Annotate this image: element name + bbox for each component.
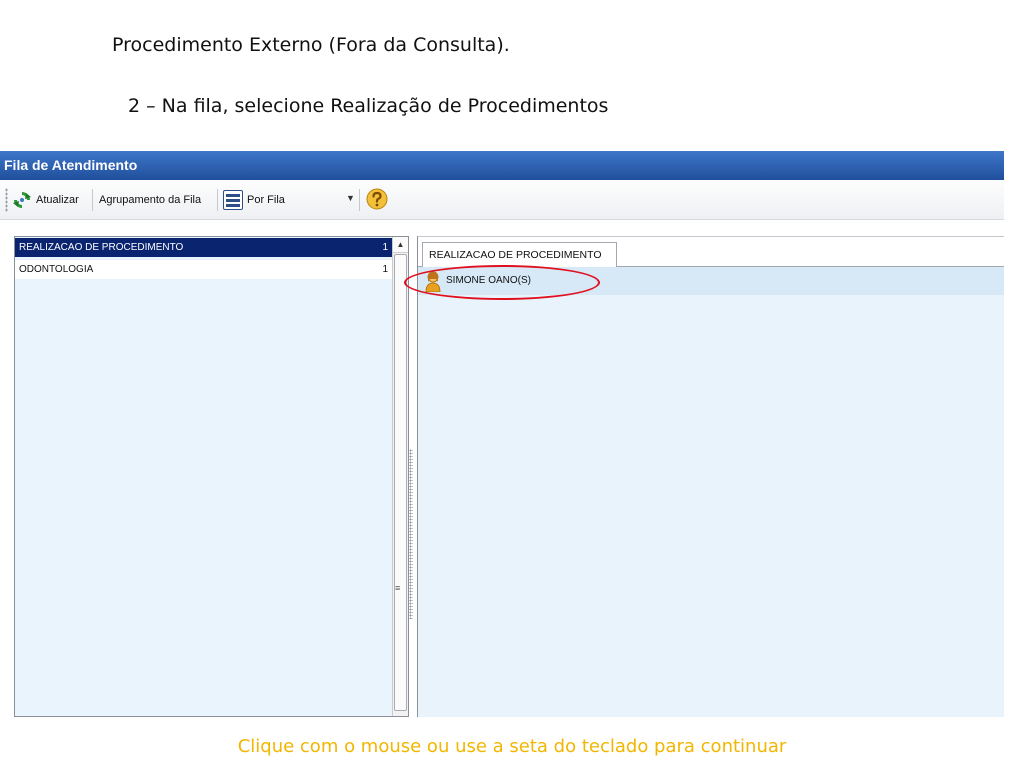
patient-panel: REALIZACAO DE PROCEDIMENTO SIMONE OANO(S… — [417, 236, 1004, 717]
toolbar-divider — [359, 189, 360, 211]
window-title: Fila de Atendimento — [0, 151, 1004, 180]
refresh-button[interactable]: Atualizar — [36, 189, 79, 211]
chevron-down-icon[interactable]: ▼ — [346, 193, 355, 203]
queue-item-count: 1 — [382, 242, 388, 253]
panel-splitter[interactable] — [409, 449, 413, 619]
toolbar-divider — [92, 189, 93, 211]
queue-list: REALIZACAO DE PROCEDIMENTO 1 ODONTOLOGIA… — [14, 236, 409, 717]
queue-window: Fila de Atendimento Atualizar Agrupament… — [0, 151, 1004, 717]
queue-list-scrollbar[interactable]: ▲ — [392, 237, 408, 716]
list-icon[interactable] — [223, 190, 243, 210]
slide-title: Procedimento Externo (Fora da Consulta). — [112, 34, 510, 56]
refresh-icon[interactable] — [12, 190, 32, 210]
queue-item-realizacao[interactable]: REALIZACAO DE PROCEDIMENTO 1 — [15, 238, 393, 257]
grouping-button[interactable]: Agrupamento da Fila — [99, 189, 201, 211]
queue-item-odontologia[interactable]: ODONTOLOGIA 1 — [15, 260, 393, 279]
scroll-thumb[interactable] — [394, 254, 407, 711]
help-icon[interactable] — [364, 187, 390, 213]
toolbar: Atualizar Agrupamento da Fila Por Fila ▼ — [0, 180, 1004, 220]
tab-realizacao[interactable]: REALIZACAO DE PROCEDIMENTO — [422, 242, 617, 267]
queue-item-label: REALIZACAO DE PROCEDIMENTO — [19, 242, 184, 253]
slide-step: 2 – Na fila, selecione Realização de Pro… — [128, 95, 609, 117]
footer-instruction: Clique com o mouse ou use a seta do tecl… — [237, 736, 787, 757]
highlight-ellipse — [404, 265, 600, 300]
scroll-up-icon[interactable]: ▲ — [393, 237, 408, 253]
toolbar-divider — [217, 189, 218, 211]
splitter-grip-icon[interactable]: ≡ — [395, 583, 400, 593]
queue-item-label: ODONTOLOGIA — [19, 264, 94, 275]
group-mode-select[interactable]: Por Fila — [247, 189, 285, 211]
queue-item-count: 1 — [382, 264, 388, 275]
toolbar-grip[interactable] — [5, 188, 8, 212]
